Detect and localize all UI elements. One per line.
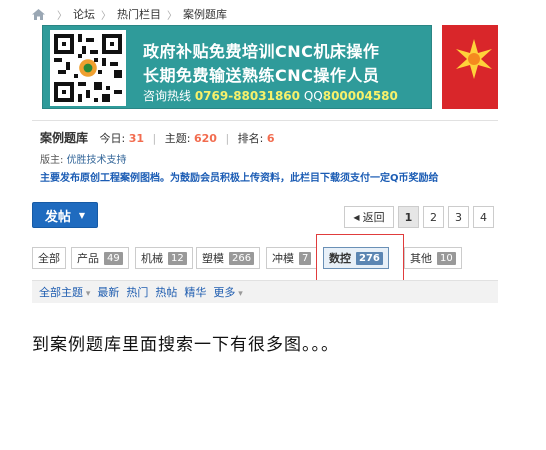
tab-other[interactable]: 其他 10 [404, 247, 462, 269]
topic-filter-bar: 全部主题 最新 热门 热帖 精华 更多 [32, 280, 498, 303]
forum-stats: 案例题库 今日: 31 | 主题: 620 | 排名: 6 [40, 129, 275, 146]
tab-count-badge: 12 [168, 251, 187, 265]
filter-hotspot[interactable]: 热帖 [155, 284, 177, 300]
tab-count-badge: 7 [299, 251, 312, 265]
tab-all[interactable]: 全部 [32, 247, 66, 269]
stats-divider: | [225, 132, 230, 145]
banner-headline-1: 政府补贴免费培训CNC机床操作 [143, 42, 380, 61]
tab-count-badge: 266 [229, 251, 255, 265]
rank-label: 排名: [237, 132, 264, 145]
breadcrumb-current[interactable]: 案例题库 [183, 6, 227, 22]
filter-hot[interactable]: 热门 [126, 284, 148, 300]
starburst-icon [456, 39, 492, 79]
back-label: 返回 [362, 211, 385, 224]
chevron-left-icon: ◀ [353, 212, 360, 222]
moderator-line: 版主: 优胜技术支持 [40, 151, 127, 166]
rank-value: 6 [266, 132, 275, 145]
forum-title: 案例题库 [40, 131, 89, 145]
today-label: 今日: [99, 132, 126, 145]
training-ad-banner[interactable]: 政府补贴免费培训CNC机床操作 长期免费输送熟练CNC操作人员 咨询热线 076… [42, 25, 432, 109]
qq-label: QQ [300, 89, 323, 103]
banner-headline-2: 长期免费输送熟练CNC操作人员 [143, 66, 380, 85]
forum-screenshot: 〉 论坛 〉 热门栏目 〉 案例题库 政府补贴免费培训CNC机床操作 长期免费输… [32, 0, 498, 303]
banner-contact-line: 咨询热线 0769-88031860 QQ800004580 [143, 87, 398, 104]
tab-stamping-die[interactable]: 冲模 7 [266, 247, 318, 269]
all-topics-dropdown[interactable]: 全部主题 [39, 284, 90, 300]
pagination: ◀ 返回 1 2 3 4 [344, 206, 494, 228]
highlight-box [316, 234, 404, 281]
page-2-button[interactable]: 2 [423, 206, 444, 228]
banner-area: 政府补贴免费培训CNC机床操作 长期免费输送熟练CNC操作人员 咨询热线 076… [42, 25, 498, 109]
page-3-button[interactable]: 3 [448, 206, 469, 228]
tab-count-badge: 49 [104, 251, 123, 265]
breadcrumb-separator: 〉 [167, 10, 177, 22]
stats-divider: | [152, 132, 157, 145]
forum-header: 案例题库 今日: 31 | 主题: 620 | 排名: 6 版主: 优胜技术支持… [32, 120, 498, 194]
tab-label: 冲模 [272, 252, 294, 265]
page-4-button[interactable]: 4 [473, 206, 494, 228]
breadcrumb-forum-link[interactable]: 论坛 [73, 6, 95, 22]
new-post-label: 发帖 [44, 209, 71, 225]
breadcrumb-separator: 〉 [57, 10, 67, 22]
tab-count-badge: 10 [437, 251, 456, 265]
qr-code-image [50, 30, 126, 106]
new-post-button[interactable]: 发帖 ▼ [32, 202, 98, 228]
breadcrumb-hot-columns-link[interactable]: 热门栏目 [117, 6, 161, 22]
tab-label: 产品 [77, 252, 99, 265]
filter-latest[interactable]: 最新 [97, 284, 119, 300]
tab-label: 机械 [141, 252, 163, 265]
tab-product[interactable]: 产品 49 [71, 247, 129, 269]
more-dropdown[interactable]: 更多 [213, 284, 242, 300]
qq-number: 800004580 [322, 89, 398, 103]
filter-digest[interactable]: 精华 [184, 284, 206, 300]
tab-label: 其他 [410, 252, 432, 265]
topics-label: 主题: [164, 132, 191, 145]
breadcrumb: 〉 论坛 〉 热门栏目 〉 案例题库 [32, 5, 227, 23]
moderator-label: 版主: [40, 155, 64, 166]
page-1-button[interactable]: 1 [398, 206, 419, 228]
forum-notice: 主要发布原创工程案例图档。为鼓励会员积极上传资料，此栏目下载须支付一定Q币奖励给 [40, 173, 439, 184]
type-filter-tabs: 全部 产品 49 机械 12 塑模 266 冲模 7 数控 276 其他 10 [32, 247, 498, 271]
post-caption: 到案例题库里面搜索一下有很多图。。。 [32, 335, 339, 355]
home-icon[interactable] [32, 8, 45, 20]
today-count: 31 [128, 132, 145, 145]
side-ad-banner[interactable] [442, 25, 498, 109]
breadcrumb-separator: 〉 [101, 10, 111, 22]
tab-label: 全部 [38, 252, 60, 265]
chevron-down-icon: ▼ [78, 210, 86, 220]
tab-label: 塑模 [202, 252, 224, 265]
hotline-number: 0769-88031860 [194, 89, 301, 103]
moderator-link[interactable]: 优胜技术支持 [67, 155, 127, 166]
tab-plastic-mold[interactable]: 塑模 266 [196, 247, 261, 269]
tab-mechanical[interactable]: 机械 12 [135, 247, 193, 269]
back-button[interactable]: ◀ 返回 [344, 206, 394, 228]
hotline-label: 咨询热线 [143, 89, 195, 103]
topics-count: 620 [193, 132, 217, 145]
